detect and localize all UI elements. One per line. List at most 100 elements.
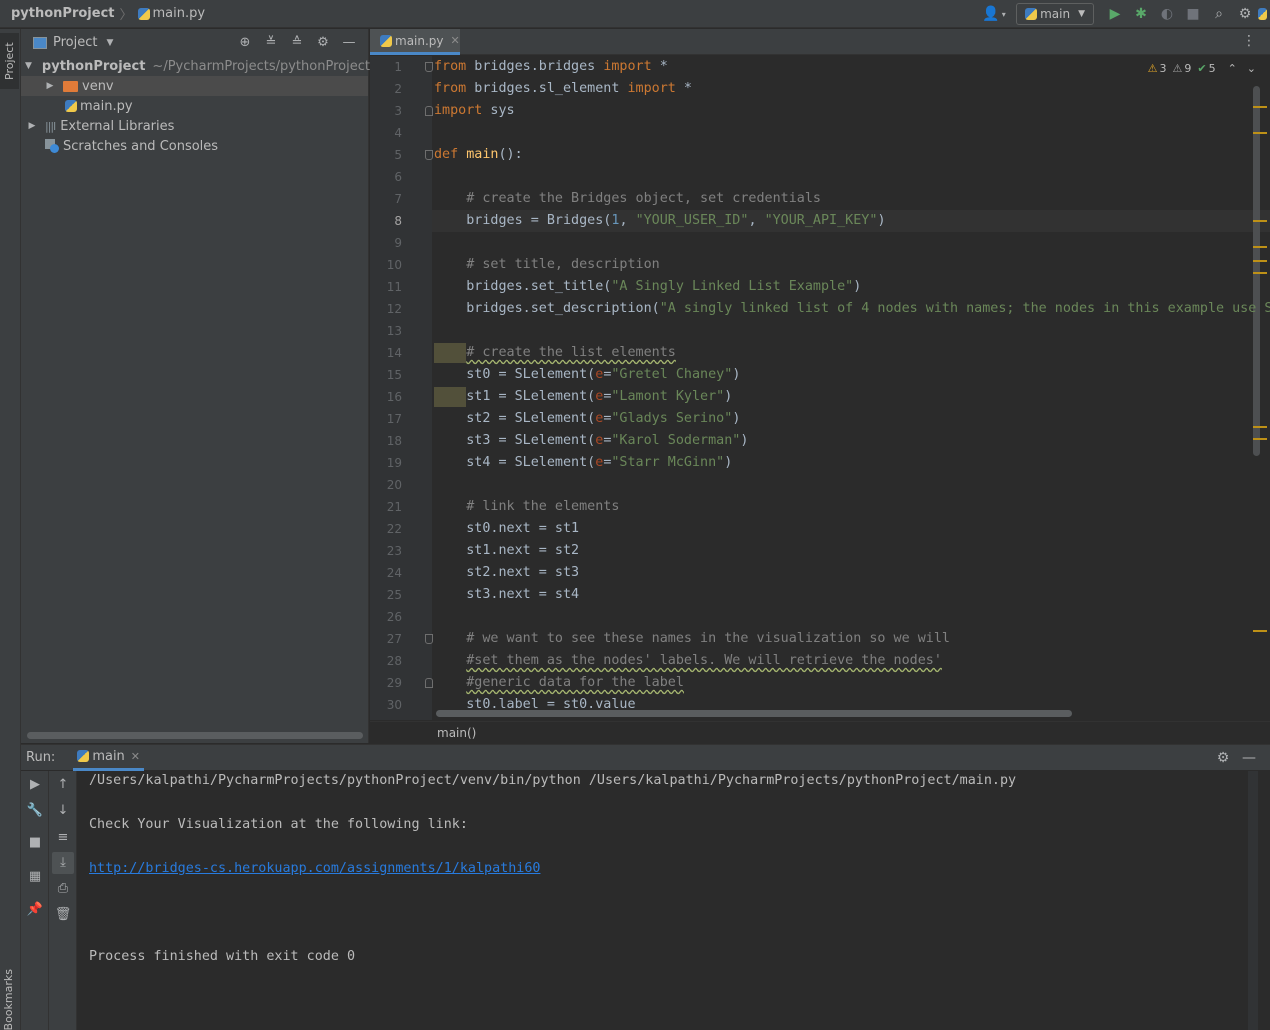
code-line[interactable]: st2 = SLelement(e="Gladys Serino") bbox=[434, 408, 740, 430]
code-line[interactable]: from bridges.bridges import * bbox=[434, 56, 668, 78]
chevron-up-icon[interactable]: ⌃ bbox=[1228, 62, 1237, 75]
run-configuration-selector[interactable]: main ▼ bbox=[1016, 3, 1094, 25]
run-toolbar-primary: ▶ 🔧 ■ ▦ 📌 bbox=[21, 771, 49, 1030]
line-number-gutter: 1 2 3 4 5 6 7 8 9 10 11 12 13 14 15 16 17 18 19 20 21 22 23 24 2… bbox=[370, 56, 432, 720]
error-stripe-mark[interactable] bbox=[1253, 220, 1267, 222]
settings-icon[interactable]: ⚙ bbox=[1210, 750, 1236, 766]
error-stripe-mark[interactable] bbox=[1253, 630, 1267, 632]
tab-run-main[interactable]: main ✕ bbox=[73, 745, 145, 771]
inspection-widget[interactable]: ⚠ 3 ⚠ 9 ✔ 5 ⌃ ⌄ bbox=[1142, 62, 1256, 75]
project-tool-tab[interactable]: Project bbox=[0, 33, 19, 89]
rerun-icon[interactable]: ▶ bbox=[21, 774, 49, 796]
error-stripe-mark[interactable] bbox=[1253, 426, 1267, 428]
soft-wrap-icon[interactable]: ≡ bbox=[49, 827, 77, 849]
chevron-down-icon[interactable]: ▼ bbox=[25, 61, 32, 71]
arrow-up-icon[interactable]: ↑ bbox=[49, 774, 77, 796]
error-stripe-mark[interactable] bbox=[1253, 260, 1267, 262]
search-icon[interactable]: ⌕ bbox=[1206, 0, 1232, 28]
code-line[interactable]: # create the list elements bbox=[434, 342, 676, 364]
hide-icon[interactable]: — bbox=[1236, 750, 1262, 766]
stop-icon[interactable]: ■ bbox=[21, 832, 49, 854]
more-options-icon[interactable]: ⋮ bbox=[1242, 33, 1256, 49]
debug-icon[interactable]: ✱ bbox=[1128, 0, 1154, 28]
close-icon[interactable]: ✕ bbox=[451, 34, 460, 47]
code-editor[interactable]: 1 2 3 4 5 6 7 8 9 10 11 12 13 14 15 16 17 18 19 20 21 22 23 24 2… bbox=[370, 56, 1270, 720]
close-icon[interactable]: ✕ bbox=[131, 750, 140, 763]
stop-icon[interactable]: ■ bbox=[1180, 0, 1206, 28]
code-line[interactable]: # create the Bridges object, set credent… bbox=[434, 188, 821, 210]
settings-icon[interactable]: ⚙ bbox=[1232, 0, 1258, 28]
code-line[interactable]: def main(): bbox=[434, 144, 523, 166]
code-line[interactable]: # we want to see these names in the visu… bbox=[434, 628, 950, 650]
code-line[interactable]: bridges.set_title("A Singly Linked List … bbox=[434, 276, 861, 298]
code-line[interactable]: st0.label = st0.value bbox=[434, 694, 635, 716]
expand-all-icon[interactable]: ≚ bbox=[258, 35, 284, 50]
code-line[interactable]: bridges.set_description("A singly linked… bbox=[434, 298, 1270, 320]
project-panel: Project ▼ ⊕ ≚ ≙ ⚙ — ▼ pythonProject ~/Py… bbox=[21, 29, 370, 743]
fold-marker-icon[interactable] bbox=[425, 150, 433, 160]
python-logo-icon bbox=[1258, 0, 1270, 28]
coverage-icon[interactable]: ◐ bbox=[1154, 0, 1180, 28]
code-line[interactable]: st3 = SLelement(e="Karol Soderman") bbox=[434, 430, 748, 452]
breadcrumb-file[interactable]: main.py bbox=[153, 6, 206, 21]
tree-item-project-root[interactable]: ▼ pythonProject ~/PycharmProjects/python… bbox=[21, 56, 370, 76]
breadcrumb-function[interactable]: main() bbox=[437, 726, 476, 740]
tab-main-py[interactable]: main.py ✕ bbox=[370, 29, 460, 55]
locate-icon[interactable]: ⊕ bbox=[232, 35, 258, 50]
code-line[interactable]: st2.next = st3 bbox=[434, 562, 579, 584]
tree-item-venv[interactable]: ▶ venv bbox=[21, 76, 368, 96]
code-line[interactable]: #generic data for the label bbox=[434, 672, 684, 694]
project-panel-title[interactable]: Project bbox=[53, 35, 97, 50]
trash-icon[interactable]: 🗑 bbox=[49, 904, 77, 926]
code-line[interactable]: st0 = SLelement(e="Gretel Chaney") bbox=[434, 364, 740, 386]
console-scrollbar[interactable] bbox=[1248, 771, 1258, 1030]
visualization-link[interactable]: http://bridges-cs.herokuapp.com/assignme… bbox=[89, 861, 540, 876]
settings-icon[interactable]: ⚙ bbox=[310, 35, 336, 50]
code-line[interactable]: st0.next = st1 bbox=[434, 518, 579, 540]
code-line[interactable]: import sys bbox=[434, 100, 515, 122]
error-stripe-mark[interactable] bbox=[1253, 132, 1267, 134]
error-stripe-mark[interactable] bbox=[1253, 106, 1267, 108]
fold-marker-icon[interactable] bbox=[425, 678, 433, 688]
code-line[interactable]: # set title, description bbox=[434, 254, 659, 276]
chevron-right-icon[interactable]: ▶ bbox=[43, 81, 57, 91]
scratches-icon bbox=[45, 139, 59, 153]
breadcrumb-project[interactable]: pythonProject bbox=[11, 6, 115, 21]
pin-icon[interactable]: 📌 bbox=[21, 899, 49, 921]
chevron-down-icon[interactable]: ▼ bbox=[106, 38, 113, 48]
typo-count: 5 bbox=[1208, 62, 1216, 75]
scroll-to-end-icon[interactable]: ⤓ bbox=[52, 852, 74, 874]
fold-marker-icon[interactable] bbox=[425, 634, 433, 644]
fold-marker-icon[interactable] bbox=[425, 106, 433, 116]
error-stripe-mark[interactable] bbox=[1253, 246, 1267, 248]
code-line[interactable]: st1.next = st2 bbox=[434, 540, 579, 562]
hide-icon[interactable]: — bbox=[336, 35, 362, 50]
error-stripe-mark[interactable] bbox=[1253, 272, 1267, 274]
print-icon[interactable]: ⎙ bbox=[49, 878, 77, 900]
layout-icon[interactable]: ▦ bbox=[21, 866, 49, 888]
chevron-down-icon[interactable]: ⌄ bbox=[1247, 62, 1256, 75]
code-line[interactable]: from bridges.sl_element import * bbox=[434, 78, 692, 100]
code-line[interactable]: st3.next = st4 bbox=[434, 584, 579, 606]
wrench-icon[interactable]: 🔧 bbox=[21, 800, 49, 822]
user-icon[interactable]: 👤 ▾ bbox=[976, 0, 1012, 28]
bookmarks-tool-tab[interactable]: Bookmarks bbox=[2, 969, 15, 1030]
chevron-right-icon[interactable]: ▶ bbox=[25, 121, 39, 131]
code-line[interactable]: st4 = SLelement(e="Starr McGinn") bbox=[434, 452, 732, 474]
tab-label: main.py bbox=[395, 33, 444, 48]
code-line[interactable]: bridges = Bridges(1, "YOUR_USER_ID", "YO… bbox=[434, 210, 885, 232]
vertical-scrollbar[interactable] bbox=[1253, 86, 1260, 456]
horizontal-scrollbar[interactable] bbox=[27, 732, 363, 739]
collapse-all-icon[interactable]: ≙ bbox=[284, 35, 310, 50]
code-line[interactable]: # link the elements bbox=[434, 496, 619, 518]
tree-item-main-py[interactable]: main.py bbox=[21, 96, 368, 116]
arrow-down-icon[interactable]: ↓ bbox=[49, 800, 77, 822]
tree-item-external-libraries[interactable]: ▶ |||l External Libraries bbox=[21, 116, 368, 136]
tree-item-scratches[interactable]: Scratches and Consoles bbox=[21, 136, 368, 156]
code-line[interactable]: #set them as the nodes' labels. We will … bbox=[434, 650, 942, 672]
fold-marker-icon[interactable] bbox=[425, 62, 433, 72]
run-console-output[interactable]: /Users/kalpathi/PycharmProjects/pythonPr… bbox=[78, 771, 1270, 1030]
code-line[interactable]: st1 = SLelement(e="Lamont Kyler") bbox=[434, 386, 732, 408]
error-stripe-mark[interactable] bbox=[1253, 438, 1267, 440]
run-icon[interactable]: ▶ bbox=[1102, 0, 1128, 28]
